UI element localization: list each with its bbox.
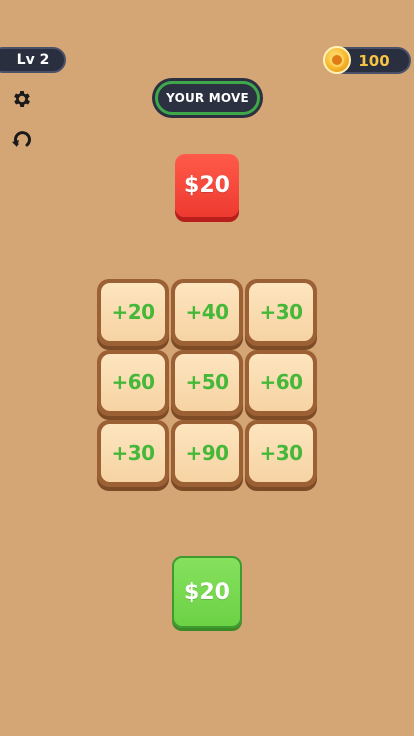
undo-icon (12, 131, 31, 147)
tile-value: +90 (185, 441, 229, 466)
tile[interactable]: +50 (171, 349, 243, 417)
turn-label: YOUR MOVE (166, 91, 249, 105)
tile-value: +30 (259, 299, 303, 324)
tile[interactable]: +30 (97, 420, 169, 487)
coin-icon (323, 46, 351, 74)
turn-banner: YOUR MOVE (152, 78, 263, 118)
tile[interactable]: +20 (97, 279, 169, 346)
tile[interactable]: +90 (171, 420, 243, 487)
tile-value: +40 (185, 299, 229, 324)
level-label: Lv 2 (16, 52, 50, 68)
undo-button[interactable] (10, 128, 34, 152)
tile[interactable]: +30 (245, 420, 317, 487)
player-money-block[interactable]: $20 (172, 556, 242, 628)
opponent-amount: $20 (184, 173, 230, 198)
tile-board: +20 +40 +30 +60 +50 +60 +30 +90 +30 (97, 279, 317, 491)
tile-value: +20 (111, 299, 155, 324)
tile[interactable]: +40 (171, 279, 243, 346)
gear-icon (14, 91, 30, 107)
tile[interactable]: +60 (97, 349, 169, 417)
settings-button[interactable] (10, 87, 34, 111)
player-amount: $20 (184, 579, 230, 605)
tile-value: +30 (259, 441, 303, 466)
coin-count: 100 (358, 51, 390, 70)
tile-value: +30 (111, 441, 155, 466)
level-badge: Lv 2 (0, 47, 66, 73)
tile[interactable]: +60 (245, 349, 317, 417)
tile-value: +60 (259, 370, 303, 395)
tile-value: +50 (185, 370, 229, 395)
tile[interactable]: +30 (245, 279, 317, 346)
tile-value: +60 (111, 370, 155, 395)
opponent-money-block: $20 (175, 154, 239, 217)
